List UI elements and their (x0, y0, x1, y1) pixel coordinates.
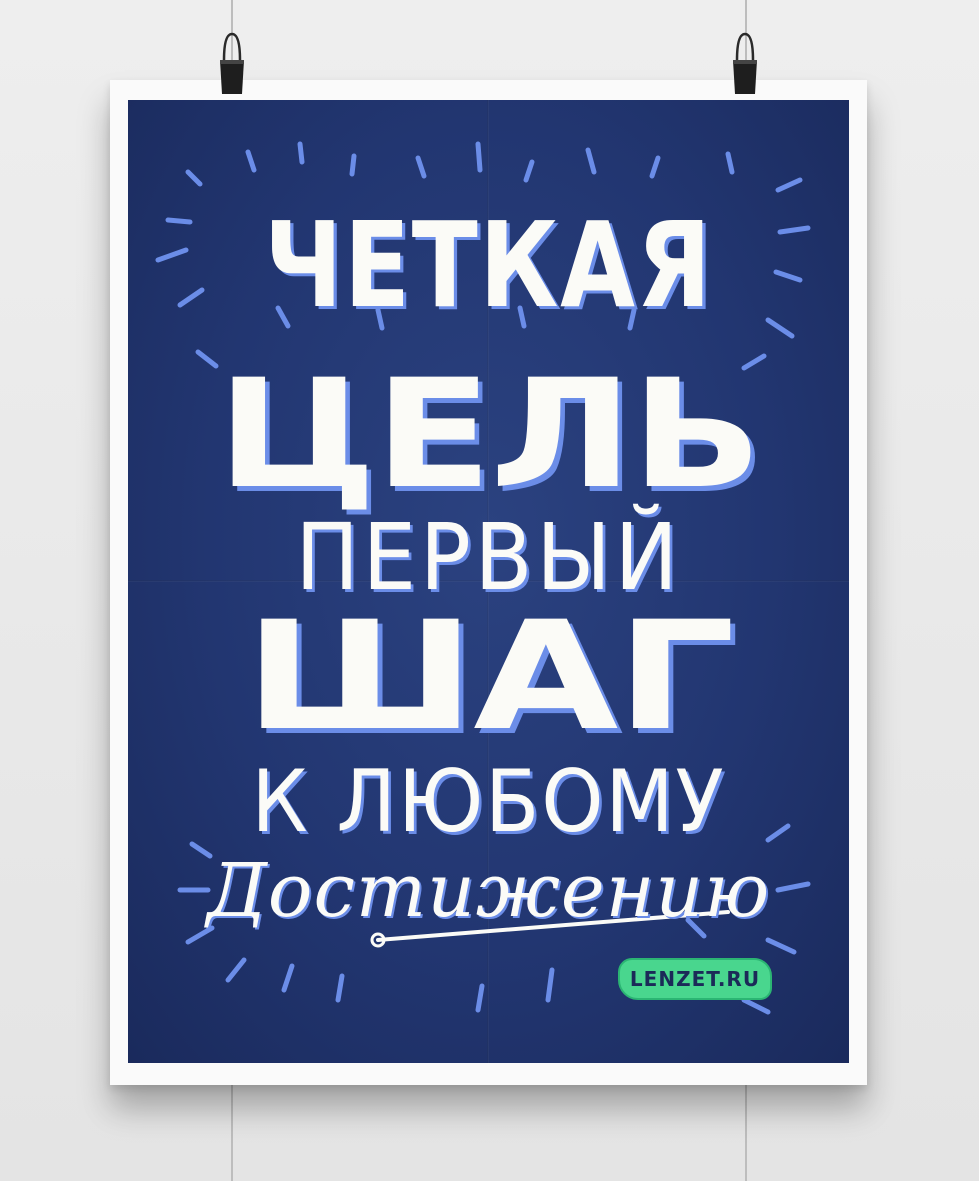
brand-label: LENZET.RU (629, 967, 761, 991)
poster-panel: ЧЕТКАЯ ЦЕЛЬ ПЕРВЫЙ ШАГ К ЛЮБОМУ Достижен… (128, 100, 849, 1063)
poster: ЧЕТКАЯ ЦЕЛЬ ПЕРВЫЙ ШАГ К ЛЮБОМУ Достижен… (110, 80, 867, 1085)
poster-line-5: К ЛЮБОМУ (251, 752, 726, 852)
poster-line-4: ШАГ (244, 590, 735, 764)
poster-line-1: ЧЕТКАЯ (264, 196, 713, 334)
binder-clip-icon (733, 32, 757, 94)
poster-line-2: ЦЕЛЬ (216, 348, 763, 522)
binder-clip-icon (220, 32, 244, 94)
poster-line-6: Достижению (206, 848, 771, 934)
brand-badge: LENZET.RU (618, 958, 772, 1000)
